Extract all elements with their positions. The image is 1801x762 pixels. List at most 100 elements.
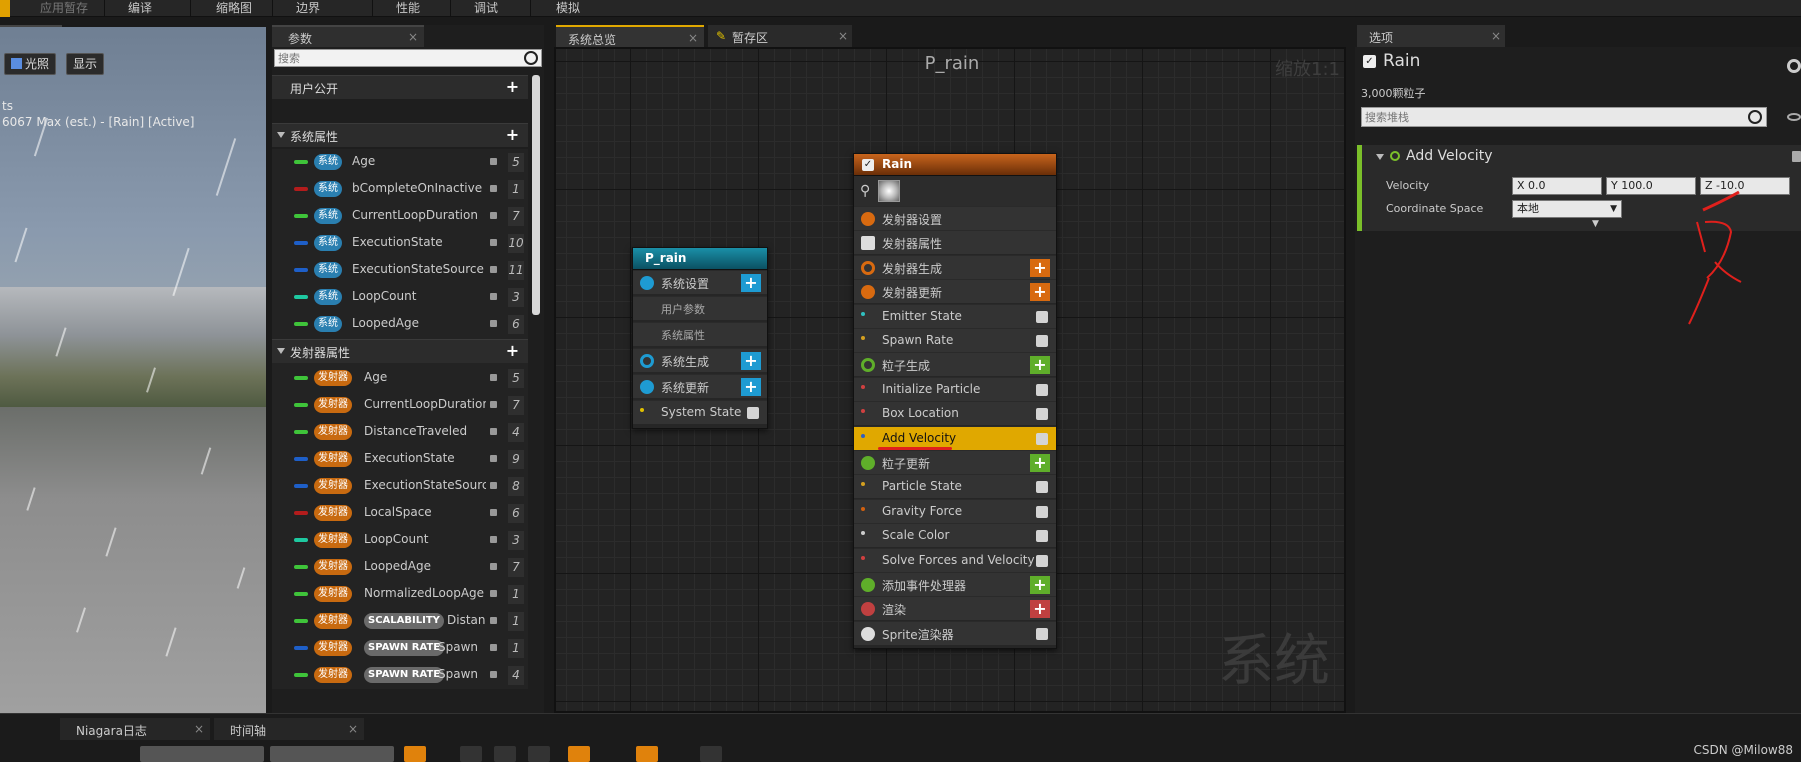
scale-tool-icon[interactable] — [494, 746, 516, 762]
param-row[interactable]: 系统 LoopedAge 6 — [272, 311, 528, 338]
emitter-enabled-checkbox[interactable]: ✓ — [862, 159, 874, 171]
add-module-button[interactable]: + — [741, 274, 761, 292]
tab-timeline[interactable]: 时间轴 × — [214, 718, 364, 740]
emitter-node-row[interactable]: Spawn Rate — [854, 328, 1056, 352]
add-module-button[interactable]: + — [741, 352, 761, 370]
emitter-node-row[interactable]: Gravity Force — [854, 498, 1056, 523]
apply-stash-button[interactable]: 应用暂存 — [40, 0, 88, 17]
lit-mode-button[interactable]: 光照 — [4, 53, 57, 75]
system-graph[interactable]: P_rain 缩放1:1 系统 P_rain 系统设置 + 用户参数 系统属性 系统生成… — [554, 47, 1346, 713]
close-icon[interactable]: × — [1491, 29, 1501, 43]
enable-checkbox[interactable] — [1036, 310, 1048, 323]
loop-icon[interactable] — [636, 746, 658, 762]
emitter-node[interactable]: ✓ Rain ⚲ 发射器设置 发射器属性 发射器生成 + 发射器更新 + Emitter S… — [853, 153, 1057, 649]
move-tool-icon[interactable] — [460, 746, 482, 762]
add-icon[interactable]: + — [505, 343, 520, 359]
enable-checkbox[interactable] — [1036, 554, 1048, 567]
system-node-row[interactable]: System State — [633, 400, 767, 424]
category-system-attributes[interactable]: 系统属性 + — [272, 123, 528, 147]
param-row[interactable]: 系统 LoopCount 3 — [272, 284, 528, 311]
close-icon[interactable]: × — [838, 29, 848, 43]
module-add-velocity[interactable]: Add Velocity — [854, 425, 1056, 450]
enable-checkbox[interactable] — [1036, 335, 1048, 347]
category-emitter-attributes[interactable]: 发射器属性 + — [272, 339, 528, 363]
add-module-button[interactable]: + — [1030, 454, 1050, 472]
add-module-button[interactable]: + — [1030, 576, 1050, 594]
emitter-node-row[interactable]: Emitter State — [854, 303, 1056, 328]
eye-icon[interactable] — [1787, 113, 1801, 121]
param-row[interactable]: 发射器 Age 5 — [272, 365, 528, 392]
viewport-tab[interactable] — [0, 25, 62, 27]
emitter-node-row[interactable]: 渲染 + — [854, 596, 1056, 621]
add-module-button[interactable]: + — [741, 378, 761, 396]
emitter-node-row[interactable]: 发射器设置 — [854, 206, 1056, 230]
add-icon[interactable]: + — [505, 79, 520, 95]
enable-checkbox[interactable] — [1036, 432, 1048, 445]
stack-search[interactable] — [1361, 107, 1767, 127]
emitter-node-row[interactable]: 粒子生成 + — [854, 352, 1056, 377]
compile-button[interactable]: 编译 — [128, 0, 152, 17]
add-module-button[interactable]: + — [1030, 283, 1050, 302]
emitter-node-row[interactable]: Particle State — [854, 474, 1056, 499]
param-row[interactable]: 发射器 LoopCount 3 — [272, 527, 528, 554]
enable-checkbox[interactable] — [1036, 481, 1048, 494]
param-row[interactable]: 发射器 ExecutionState 9 — [272, 446, 528, 473]
close-icon[interactable]: × — [348, 722, 358, 736]
emitter-node-row[interactable]: 发射器生成 + — [854, 254, 1056, 279]
param-search[interactable] — [274, 49, 542, 67]
add-icon[interactable]: + — [505, 127, 520, 143]
tab-system-overview[interactable]: 系统总览 × — [556, 25, 704, 47]
expand-icon[interactable] — [277, 348, 285, 354]
emitter-thumbnail[interactable] — [878, 180, 900, 202]
coordinate-space-dropdown[interactable]: 本地 ▼ — [1512, 200, 1622, 218]
emitter-node-row[interactable]: 发射器更新 + — [854, 279, 1056, 304]
emitter-node-row[interactable]: Solve Forces and Velocity — [854, 547, 1056, 572]
expand-more-icon[interactable]: ▼ — [1592, 219, 1599, 229]
enable-checkbox[interactable] — [1036, 530, 1048, 543]
category-user-exposed[interactable]: 用户公开 + — [272, 75, 528, 99]
add-module-button[interactable]: + — [1030, 258, 1050, 277]
system-node-row[interactable]: 用户参数 — [633, 296, 767, 320]
add-module-button[interactable]: + — [1030, 356, 1050, 375]
delete-icon[interactable] — [1792, 151, 1801, 162]
preview-viewport[interactable]: 光照 显示 ts 6067 Max (est.) - [Rain] [Activ… — [0, 27, 266, 713]
emitter-node-row[interactable]: 添加事件处理器 + — [854, 572, 1056, 596]
enable-checkbox[interactable] — [1036, 627, 1048, 640]
tab-niagara-log[interactable]: Niagara日志 × — [60, 718, 210, 740]
system-node-row[interactable]: 系统设置 + — [633, 270, 767, 294]
curve-tool-icon[interactable] — [528, 746, 550, 762]
expand-icon[interactable] — [277, 132, 285, 138]
emitter-node-row[interactable]: Box Location — [854, 401, 1056, 426]
param-row[interactable]: 发射器 NormalizedLoopAge 1 — [272, 581, 528, 608]
system-node-header[interactable]: P_rain — [633, 248, 767, 270]
simulate-button[interactable]: 模拟 — [556, 0, 580, 17]
bounds-button[interactable]: 边界 — [296, 0, 320, 17]
enable-checkbox[interactable] — [1036, 505, 1048, 518]
emitter-node-row[interactable]: Initialize Particle — [854, 376, 1056, 401]
param-row[interactable]: 发射器 SPAWN RATE Spawn 1 — [272, 635, 528, 662]
snap-icon[interactable] — [568, 746, 590, 762]
param-row[interactable]: 发射器 LocalSpace 6 — [272, 500, 528, 527]
emitter-node-header[interactable]: ✓ Rain — [854, 154, 1056, 176]
enable-checkbox[interactable] — [747, 407, 759, 419]
param-row[interactable]: 发射器 DistanceTraveled 4 — [272, 419, 528, 446]
param-row[interactable]: 系统 bCompleteOnInactive 1 — [272, 176, 528, 203]
add-module-button[interactable]: + — [1030, 600, 1050, 619]
param-row[interactable]: 系统 CurrentLoopDuration 7 — [272, 203, 528, 230]
velocity-y-field[interactable]: Y 100.0 — [1606, 177, 1696, 195]
enable-checkbox[interactable] — [1036, 383, 1048, 396]
tab-parameters[interactable]: 参数 × — [272, 25, 424, 47]
performance-button[interactable]: 性能 — [396, 0, 420, 17]
param-row[interactable]: 发射器 ExecutionStateSource 8 — [272, 473, 528, 500]
param-row[interactable]: 发射器 LoopedAge 7 — [272, 554, 528, 581]
collapse-icon[interactable] — [1376, 154, 1384, 160]
timeline-field-2[interactable] — [270, 746, 394, 762]
thumbnail-button[interactable]: 缩略图 — [216, 0, 252, 17]
stack-search-input[interactable] — [1362, 108, 1742, 126]
select-tool-icon[interactable] — [404, 746, 426, 762]
param-row[interactable]: 系统 Age 5 — [272, 149, 528, 176]
pin-icon[interactable]: ⚲ — [860, 183, 870, 199]
param-row[interactable]: 发射器 CurrentLoopDuration 7 — [272, 392, 528, 419]
param-row[interactable]: 发射器 SPAWN RATE Spawn 4 — [272, 662, 528, 689]
emitter-node-row[interactable]: Scale Color — [854, 523, 1056, 548]
